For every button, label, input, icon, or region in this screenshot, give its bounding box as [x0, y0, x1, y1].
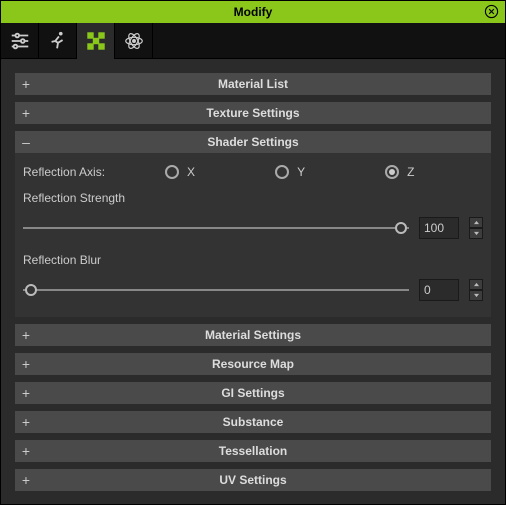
sliders-icon [9, 30, 31, 52]
runner-icon [47, 30, 69, 52]
tab-bar [1, 23, 505, 59]
section-resource-map: + Resource Map [15, 353, 491, 375]
radio-z[interactable]: Z [385, 165, 414, 179]
reflection-strength-spinner [469, 217, 483, 239]
radio-y[interactable]: Y [275, 165, 305, 179]
radio-x[interactable]: X [165, 165, 195, 179]
slider-thumb[interactable] [25, 284, 37, 296]
section-header-shader-settings[interactable]: – Shader Settings [15, 131, 491, 153]
radio-z-text: Z [407, 165, 414, 179]
radio-y-text: Y [297, 165, 305, 179]
section-label: Material List [15, 77, 491, 91]
expand-icon: + [15, 444, 37, 458]
reflection-strength-label: Reflection Strength [23, 191, 483, 205]
section-header-texture-settings[interactable]: + Texture Settings [15, 102, 491, 124]
section-header-gi-settings[interactable]: + GI Settings [15, 382, 491, 404]
section-header-material-settings[interactable]: + Material Settings [15, 324, 491, 346]
section-label: GI Settings [15, 386, 491, 400]
section-shader-settings: – Shader Settings Reflection Axis: X Y [15, 131, 491, 317]
spin-down-button[interactable] [469, 228, 483, 239]
slider-thumb[interactable] [395, 222, 407, 234]
tab-checker[interactable] [77, 23, 115, 59]
tab-atom[interactable] [115, 23, 153, 59]
section-header-substance[interactable]: + Substance [15, 411, 491, 433]
reflection-strength-input[interactable]: 100 [419, 217, 459, 239]
modify-window: Modify [0, 0, 506, 505]
chevron-down-icon [473, 231, 480, 236]
reflection-blur-slider[interactable] [23, 289, 409, 291]
reflection-blur-block: Reflection Blur 0 [23, 253, 483, 301]
section-label: Resource Map [15, 357, 491, 371]
section-tessellation: + Tessellation [15, 440, 491, 462]
section-material-settings: + Material Settings [15, 324, 491, 346]
section-header-material-list[interactable]: + Material List [15, 73, 491, 95]
content-area: + Material List + Texture Settings – Sha… [1, 59, 505, 504]
reflection-axis-group: X Y Z [165, 165, 414, 179]
tab-sliders[interactable] [1, 23, 39, 59]
section-label: Substance [15, 415, 491, 429]
section-uv-settings: + UV Settings [15, 469, 491, 491]
section-gi-settings: + GI Settings [15, 382, 491, 404]
close-button[interactable] [484, 4, 499, 19]
expand-icon: + [15, 77, 37, 91]
chevron-down-icon [473, 293, 480, 298]
expand-icon: + [15, 415, 37, 429]
section-label: UV Settings [15, 473, 491, 487]
section-header-tessellation[interactable]: + Tessellation [15, 440, 491, 462]
expand-icon: + [15, 473, 37, 487]
close-x-icon [484, 4, 499, 19]
section-texture-settings: + Texture Settings [15, 102, 491, 124]
section-label: Shader Settings [15, 135, 491, 149]
section-header-uv-settings[interactable]: + UV Settings [15, 469, 491, 491]
section-label: Texture Settings [15, 106, 491, 120]
section-substance: + Substance [15, 411, 491, 433]
collapse-icon: – [15, 135, 37, 149]
title-bar: Modify [1, 1, 505, 23]
window-title: Modify [234, 5, 273, 19]
tab-runner[interactable] [39, 23, 77, 59]
expand-icon: + [15, 106, 37, 120]
atom-icon [123, 30, 145, 52]
section-header-resource-map[interactable]: + Resource Map [15, 353, 491, 375]
reflection-axis-label: Reflection Axis: [23, 165, 105, 179]
reflection-axis-row: Reflection Axis: X Y Z [23, 165, 483, 179]
reflection-blur-label: Reflection Blur [23, 253, 483, 267]
chevron-up-icon [473, 282, 480, 287]
chevron-up-icon [473, 220, 480, 225]
reflection-blur-input[interactable]: 0 [419, 279, 459, 301]
expand-icon: + [15, 357, 37, 371]
reflection-strength-slider[interactable] [23, 227, 409, 229]
spin-down-button[interactable] [469, 290, 483, 301]
reflection-blur-spinner [469, 279, 483, 301]
radio-x-text: X [187, 165, 195, 179]
section-label: Material Settings [15, 328, 491, 342]
section-material-list: + Material List [15, 73, 491, 95]
section-label: Tessellation [15, 444, 491, 458]
radio-icon [275, 165, 289, 179]
spin-up-button[interactable] [469, 279, 483, 290]
checker-icon [85, 30, 107, 52]
radio-icon [165, 165, 179, 179]
spin-up-button[interactable] [469, 217, 483, 228]
radio-icon [385, 165, 399, 179]
expand-icon: + [15, 328, 37, 342]
expand-icon: + [15, 386, 37, 400]
shader-settings-body: Reflection Axis: X Y Z [15, 153, 491, 317]
reflection-strength-block: Reflection Strength 100 [23, 191, 483, 239]
